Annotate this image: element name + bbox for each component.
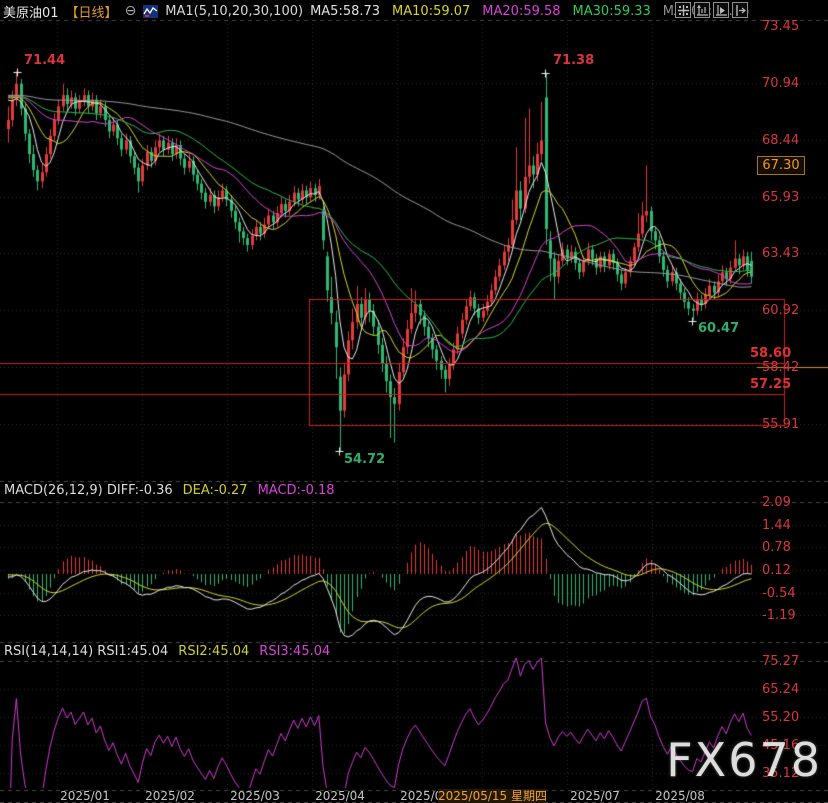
- axis-tick-label: 70.94: [762, 76, 799, 91]
- axis-tick-label: 2.09: [762, 495, 791, 510]
- axis-tick-label: -0.54: [762, 586, 796, 601]
- axis-tick-label: 65.93: [762, 190, 799, 205]
- ma-value-label: MA30:59.33: [573, 4, 651, 19]
- mini-chart-icon[interactable]: [143, 5, 158, 18]
- swing-high-label: 71.38: [553, 53, 594, 68]
- ma-value-label: MA5:58.73: [310, 4, 380, 19]
- swing-low-label: 54.72: [344, 452, 385, 467]
- trendline-price-label[interactable]: 57.25: [750, 377, 791, 392]
- axis-tick-label: 65.24: [762, 682, 799, 697]
- axis-tick-label: 63.43: [762, 246, 799, 261]
- period-label[interactable]: 【日线】: [66, 2, 118, 21]
- fx678-watermark: FX678: [666, 733, 822, 787]
- crosshair-price-badge: 67.30: [757, 156, 805, 175]
- ma-value-label: MA10:59.07: [392, 4, 470, 19]
- chart-header: 美原油01 【日线】 ⊖ MA1(5,10,20,30,100) MA5:58.…: [3, 2, 749, 20]
- trading-chart-app: 美原油01 【日线】 ⊖ MA1(5,10,20,30,100) MA5:58.…: [0, 0, 828, 803]
- axis-tick-label: 60.92: [762, 303, 799, 318]
- pan-icon[interactable]: [675, 2, 691, 18]
- rsi-header: RSI(14,14,14) RSI1:45.04 RSI2:45.04 RSI3…: [4, 644, 330, 659]
- axis-tick-label: 75.27: [762, 654, 799, 669]
- macd-header: MACD(26,12,9) DIFF:-0.36 DEA:-0.27 MACD:…: [4, 483, 335, 498]
- macd-dea-label: DEA:-0.27: [183, 483, 248, 498]
- chart-canvas[interactable]: [0, 0, 828, 803]
- macd-main-label: MACD(26,12,9) DIFF:-0.36: [4, 483, 173, 498]
- axis-tick-label: 1.44: [762, 518, 791, 533]
- axis-tick-label: 55.91: [762, 417, 799, 432]
- ma-value-label: MA20:59.58: [482, 4, 560, 19]
- rsi2-label: RSI2:45.04: [178, 644, 249, 659]
- ma-group-label: MA1(5,10,20,30,100): [165, 4, 303, 19]
- swing-high-label: 71.44: [24, 53, 65, 68]
- collapse-icon[interactable]: ⊖: [125, 5, 137, 17]
- date-axis-label: 2025/08: [655, 789, 705, 803]
- axis-tick-label: 73.45: [762, 19, 799, 34]
- date-axis-label: 2025/03: [230, 789, 280, 803]
- axis-tick-label: 58.42: [762, 360, 799, 375]
- trendline-price-label[interactable]: 58.60: [750, 346, 791, 361]
- swing-low-label: 60.47: [698, 321, 739, 336]
- axis-play-icon[interactable]: [713, 2, 729, 18]
- macd-macd-label: MACD:-0.18: [258, 483, 335, 498]
- axis-tick-label: 0.12: [762, 563, 791, 578]
- symbol-name: 美原油01: [3, 2, 59, 21]
- date-axis-label: 2025/01: [60, 789, 110, 803]
- axis-tick-label: -1.19: [762, 608, 796, 623]
- axis-scale-icon[interactable]: [694, 2, 710, 18]
- date-axis-label: 2025/02: [145, 789, 195, 803]
- rsi-main-label: RSI(14,14,14) RSI1:45.04: [4, 644, 168, 659]
- shift-right-icon[interactable]: [732, 2, 748, 18]
- rsi3-label: RSI3:45.04: [259, 644, 330, 659]
- axis-tick-label: 0.78: [762, 540, 791, 555]
- axis-tick-label: 68.44: [762, 133, 799, 148]
- date-axis-label: 2025/07: [570, 789, 620, 803]
- axis-tick-label: 55.20: [762, 710, 799, 725]
- crosshair-date-badge: 2025/05/15 星期四: [438, 789, 545, 803]
- date-axis-label: 2025/04: [315, 789, 365, 803]
- toolbar: [675, 2, 748, 18]
